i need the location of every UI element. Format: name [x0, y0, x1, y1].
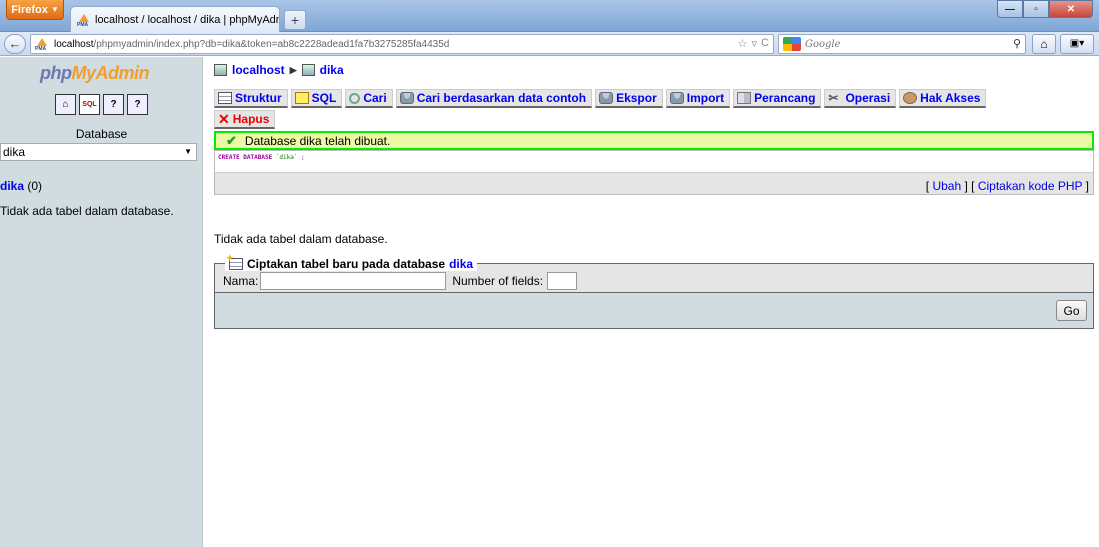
- tab-struktur[interactable]: Struktur: [214, 89, 288, 108]
- number-of-fields-input[interactable]: [547, 272, 578, 290]
- home-button[interactable]: ⌂: [1032, 34, 1056, 54]
- tab-cari[interactable]: Cari: [345, 89, 393, 108]
- privileges-icon: [903, 92, 918, 104]
- url-path: /phpmyadmin/index.php?db=dika&token=ab8c…: [93, 38, 450, 50]
- import-icon: [669, 92, 684, 104]
- browser-tab[interactable]: localhost / localhost / dika | phpMyAdm.…: [70, 6, 280, 32]
- quick-links: ⌂ SQL ? ?: [55, 94, 148, 115]
- back-button[interactable]: ←: [4, 34, 26, 54]
- database-link[interactable]: dika: [0, 179, 24, 193]
- tab-hak-akses[interactable]: Hak Akses: [899, 89, 987, 108]
- create-table-legend: Ciptakan tabel baru pada database dika: [225, 253, 478, 271]
- browser-titlebar: Firefox ▼ localhost / localhost / dika |…: [0, 0, 1099, 32]
- left-frame: phpMyAdmin ⌂ SQL ? ? Database dika ▼ dik…: [0, 57, 203, 547]
- no-tables-text: Tidak ada tabel dalam database.: [214, 232, 388, 246]
- sql-query-links: [ Ubah ] [ Ciptakan kode PHP ]: [925, 179, 1089, 193]
- reload-icon[interactable]: C: [761, 37, 769, 50]
- phpmyadmin-logo[interactable]: phpMyAdmin: [40, 63, 150, 84]
- designer-icon: [737, 92, 752, 104]
- browser-navbar: ← localhost/phpmyadmin/index.php?db=dika…: [0, 32, 1099, 56]
- site-identity-icon: [35, 38, 49, 52]
- sql-docs-icon[interactable]: ?: [127, 94, 148, 115]
- url-host: localhost: [54, 38, 94, 50]
- operations-icon: ✂: [828, 91, 839, 105]
- sql-icon: [294, 92, 309, 104]
- phpmyadmin-favicon-icon: [77, 13, 91, 28]
- dropdown-arrow-icon[interactable]: ▿: [752, 37, 758, 50]
- table-count: (0): [24, 179, 43, 193]
- success-message-text: Database dika telah dibuat.: [244, 133, 391, 148]
- server-icon: [214, 64, 227, 76]
- bookmarks-button[interactable]: ▣▾: [1060, 34, 1094, 54]
- firefox-menu-button[interactable]: Firefox ▼: [6, 0, 64, 20]
- breadcrumb-database[interactable]: dika: [320, 63, 344, 77]
- database-select-value: dika: [3, 145, 26, 159]
- database-label: Database: [75, 127, 128, 141]
- database-icon: [301, 64, 315, 76]
- close-window-button[interactable]: ✕: [1049, 0, 1093, 18]
- address-bar[interactable]: localhost/phpmyadmin/index.php?db=dika&t…: [30, 34, 774, 54]
- bookmark-star-icon[interactable]: ☆: [738, 37, 748, 50]
- window-controls: — ▫ ✕: [997, 0, 1093, 18]
- tab-operasi[interactable]: ✂ Operasi: [824, 89, 897, 108]
- database-tree-item: dika (0): [0, 179, 42, 193]
- create-php-code-link[interactable]: Ciptakan kode PHP: [978, 179, 1083, 193]
- search-icon[interactable]: ⚲: [1013, 37, 1021, 50]
- search-bar[interactable]: Google ⚲: [778, 34, 1026, 54]
- go-button[interactable]: Go: [1056, 300, 1087, 321]
- tab-cari-berdasarkan-data-contoh[interactable]: Cari berdasarkan data contoh: [395, 89, 593, 108]
- query-window-icon[interactable]: SQL: [79, 94, 100, 115]
- tab-sql[interactable]: SQL: [290, 89, 343, 108]
- database-select[interactable]: dika ▼: [0, 143, 197, 161]
- chevron-down-icon: ▼: [184, 147, 192, 156]
- sql-query-box: CREATE DATABASE `dika` ; [ Ubah ] [ Cipt…: [214, 150, 1094, 195]
- page-content: phpMyAdmin ⌂ SQL ? ? Database dika ▼ dik…: [0, 57, 1099, 547]
- table-icon: [218, 92, 232, 104]
- home-icon[interactable]: ⌂: [55, 94, 76, 115]
- export-icon: [599, 92, 614, 104]
- success-message: ✔ Database dika telah dibuat.: [214, 131, 1094, 150]
- number-of-fields-label: Number of fields:: [452, 274, 544, 288]
- tab-perancang[interactable]: Perancang: [733, 89, 822, 108]
- create-table-footer: Go: [214, 293, 1094, 329]
- maximize-button[interactable]: ▫: [1023, 0, 1049, 18]
- checkmark-icon: ✔: [226, 132, 237, 148]
- new-table-icon: [226, 253, 243, 270]
- breadcrumb-separator-icon: ▶: [289, 64, 297, 75]
- sql-query-code: CREATE DATABASE `dika` ;: [218, 154, 305, 161]
- firefox-menu-label: Firefox: [11, 3, 48, 16]
- create-table-form: Ciptakan tabel baru pada database dika N…: [214, 253, 1094, 293]
- breadcrumb: localhost ▶ dika: [214, 63, 344, 77]
- browser-tab-title: localhost / localhost / dika | phpMyAdm.…: [95, 13, 279, 26]
- caret-down-icon: ▼: [50, 5, 59, 14]
- query-icon: [399, 92, 414, 104]
- table-name-input[interactable]: [260, 272, 447, 290]
- search-placeholder: Google: [805, 38, 841, 50]
- new-tab-button[interactable]: +: [284, 10, 306, 30]
- tab-ekspor[interactable]: Ekspor: [595, 89, 663, 108]
- breadcrumb-server[interactable]: localhost: [232, 63, 285, 77]
- tab-hapus[interactable]: ✕ Hapus: [214, 110, 276, 129]
- edit-query-link[interactable]: Ubah: [932, 179, 961, 193]
- sidebar-no-tables-text: Tidak ada tabel dalam database.: [0, 204, 174, 218]
- legend-database-link[interactable]: dika: [449, 257, 473, 271]
- search-icon: [349, 92, 361, 104]
- tab-import[interactable]: Import: [665, 89, 731, 108]
- minimize-button[interactable]: —: [997, 0, 1023, 18]
- drop-x-icon: ✕: [218, 111, 230, 127]
- google-engine-icon[interactable]: [783, 37, 801, 51]
- documentation-icon[interactable]: ?: [103, 94, 124, 115]
- database-tabs: Struktur SQL Cari Cari berdasarkan data …: [214, 89, 1094, 131]
- table-name-label: Nama:: [223, 274, 259, 288]
